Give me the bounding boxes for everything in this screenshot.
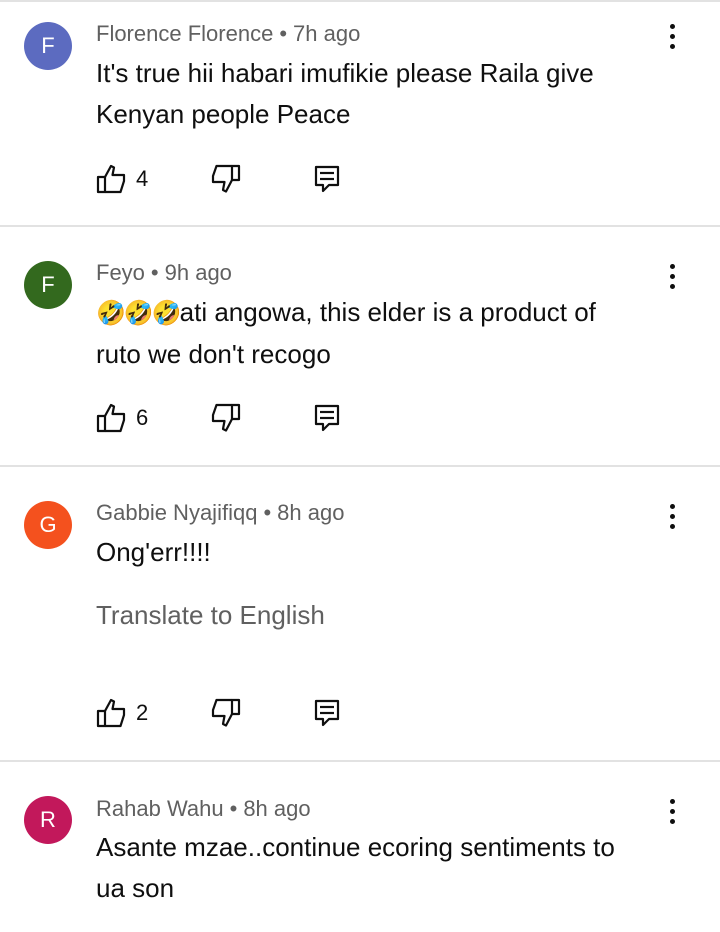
divider [0,465,720,467]
dislike-button[interactable] [209,402,241,434]
thumb-up-icon [96,698,126,728]
comment-meta: Rahab Wahu • 8h ago [96,796,311,822]
divider [0,0,720,2]
like-button[interactable]: 2 [96,697,148,729]
reply-button[interactable] [314,163,340,195]
dislike-button[interactable] [209,163,241,195]
thumb-down-icon [211,403,241,432]
meta-separator: • [263,500,272,525]
thumb-up-icon [96,403,126,433]
like-count: 2 [136,700,149,725]
comment-text-line: Asante mzae..continue ecoring sentiments… [96,832,615,862]
comment-text-line: Ong'err!!!! [96,537,211,567]
like-count: 4 [136,166,149,191]
reply-icon [314,699,340,727]
more-vertical-icon [669,263,675,269]
comment-time: 8h ago [243,796,311,821]
comment-time: 9h ago [164,260,232,285]
comment-text-line: ruto we don't recogo [96,339,331,369]
avatar[interactable]: F [24,22,72,70]
comment-text: Ong'err!!!! [96,532,686,573]
more-vertical-icon [669,798,675,804]
author-name[interactable]: Florence Florence [96,21,273,46]
author-name[interactable]: Rahab Wahu [96,796,224,821]
avatar[interactable]: F [24,261,72,309]
meta-separator: • [279,21,288,46]
avatar[interactable]: R [24,796,72,844]
like-count: 6 [136,405,149,430]
comment-text-line: It's true hii habari imufikie please Rai… [96,58,594,88]
author-name[interactable]: Feyo [96,260,145,285]
meta-separator: • [150,260,159,285]
author-name[interactable]: Gabbie Nyajifiqq [96,500,257,525]
comment-text-line: 🤣🤣🤣ati angowa, this elder is a product o… [96,297,596,327]
comment-meta: Feyo • 9h ago [96,260,232,286]
comment-text: Asante mzae..continue ecoring sentiments… [96,827,686,909]
thumb-down-icon [211,698,241,727]
comment-meta: Gabbie Nyajifiqq • 8h ago [96,500,344,526]
thumb-up-icon [96,164,126,194]
comment-text-line: ua son [96,873,175,903]
reply-icon [314,165,340,193]
comment-menu-button[interactable] [656,496,688,536]
reply-button[interactable] [314,697,340,729]
comment-menu-button[interactable] [656,256,688,296]
comment-menu-button[interactable] [656,791,688,831]
comment-time: 7h ago [293,21,361,46]
meta-separator: • [229,796,238,821]
translate-link[interactable]: Translate to English [96,600,325,631]
like-button[interactable]: 4 [96,163,148,195]
thumb-down-icon [211,164,241,193]
comment-text: 🤣🤣🤣ati angowa, this elder is a product o… [96,292,686,375]
comment-meta: Florence Florence • 7h ago [96,21,360,47]
comment-text: It's true hii habari imufikie please Rai… [96,53,686,135]
avatar[interactable]: G [24,501,72,549]
divider [0,225,720,227]
more-vertical-icon [669,23,675,29]
comment-menu-button[interactable] [656,16,688,56]
like-button[interactable]: 6 [96,402,148,434]
dislike-button[interactable] [209,697,241,729]
divider [0,760,720,762]
reply-icon [314,404,340,432]
comment-time: 8h ago [277,500,345,525]
reply-button[interactable] [314,402,340,434]
more-vertical-icon [669,503,675,509]
laughing-emoji: 🤣🤣🤣 [96,300,182,327]
comment-text-line: Kenyan people Peace [96,99,351,129]
